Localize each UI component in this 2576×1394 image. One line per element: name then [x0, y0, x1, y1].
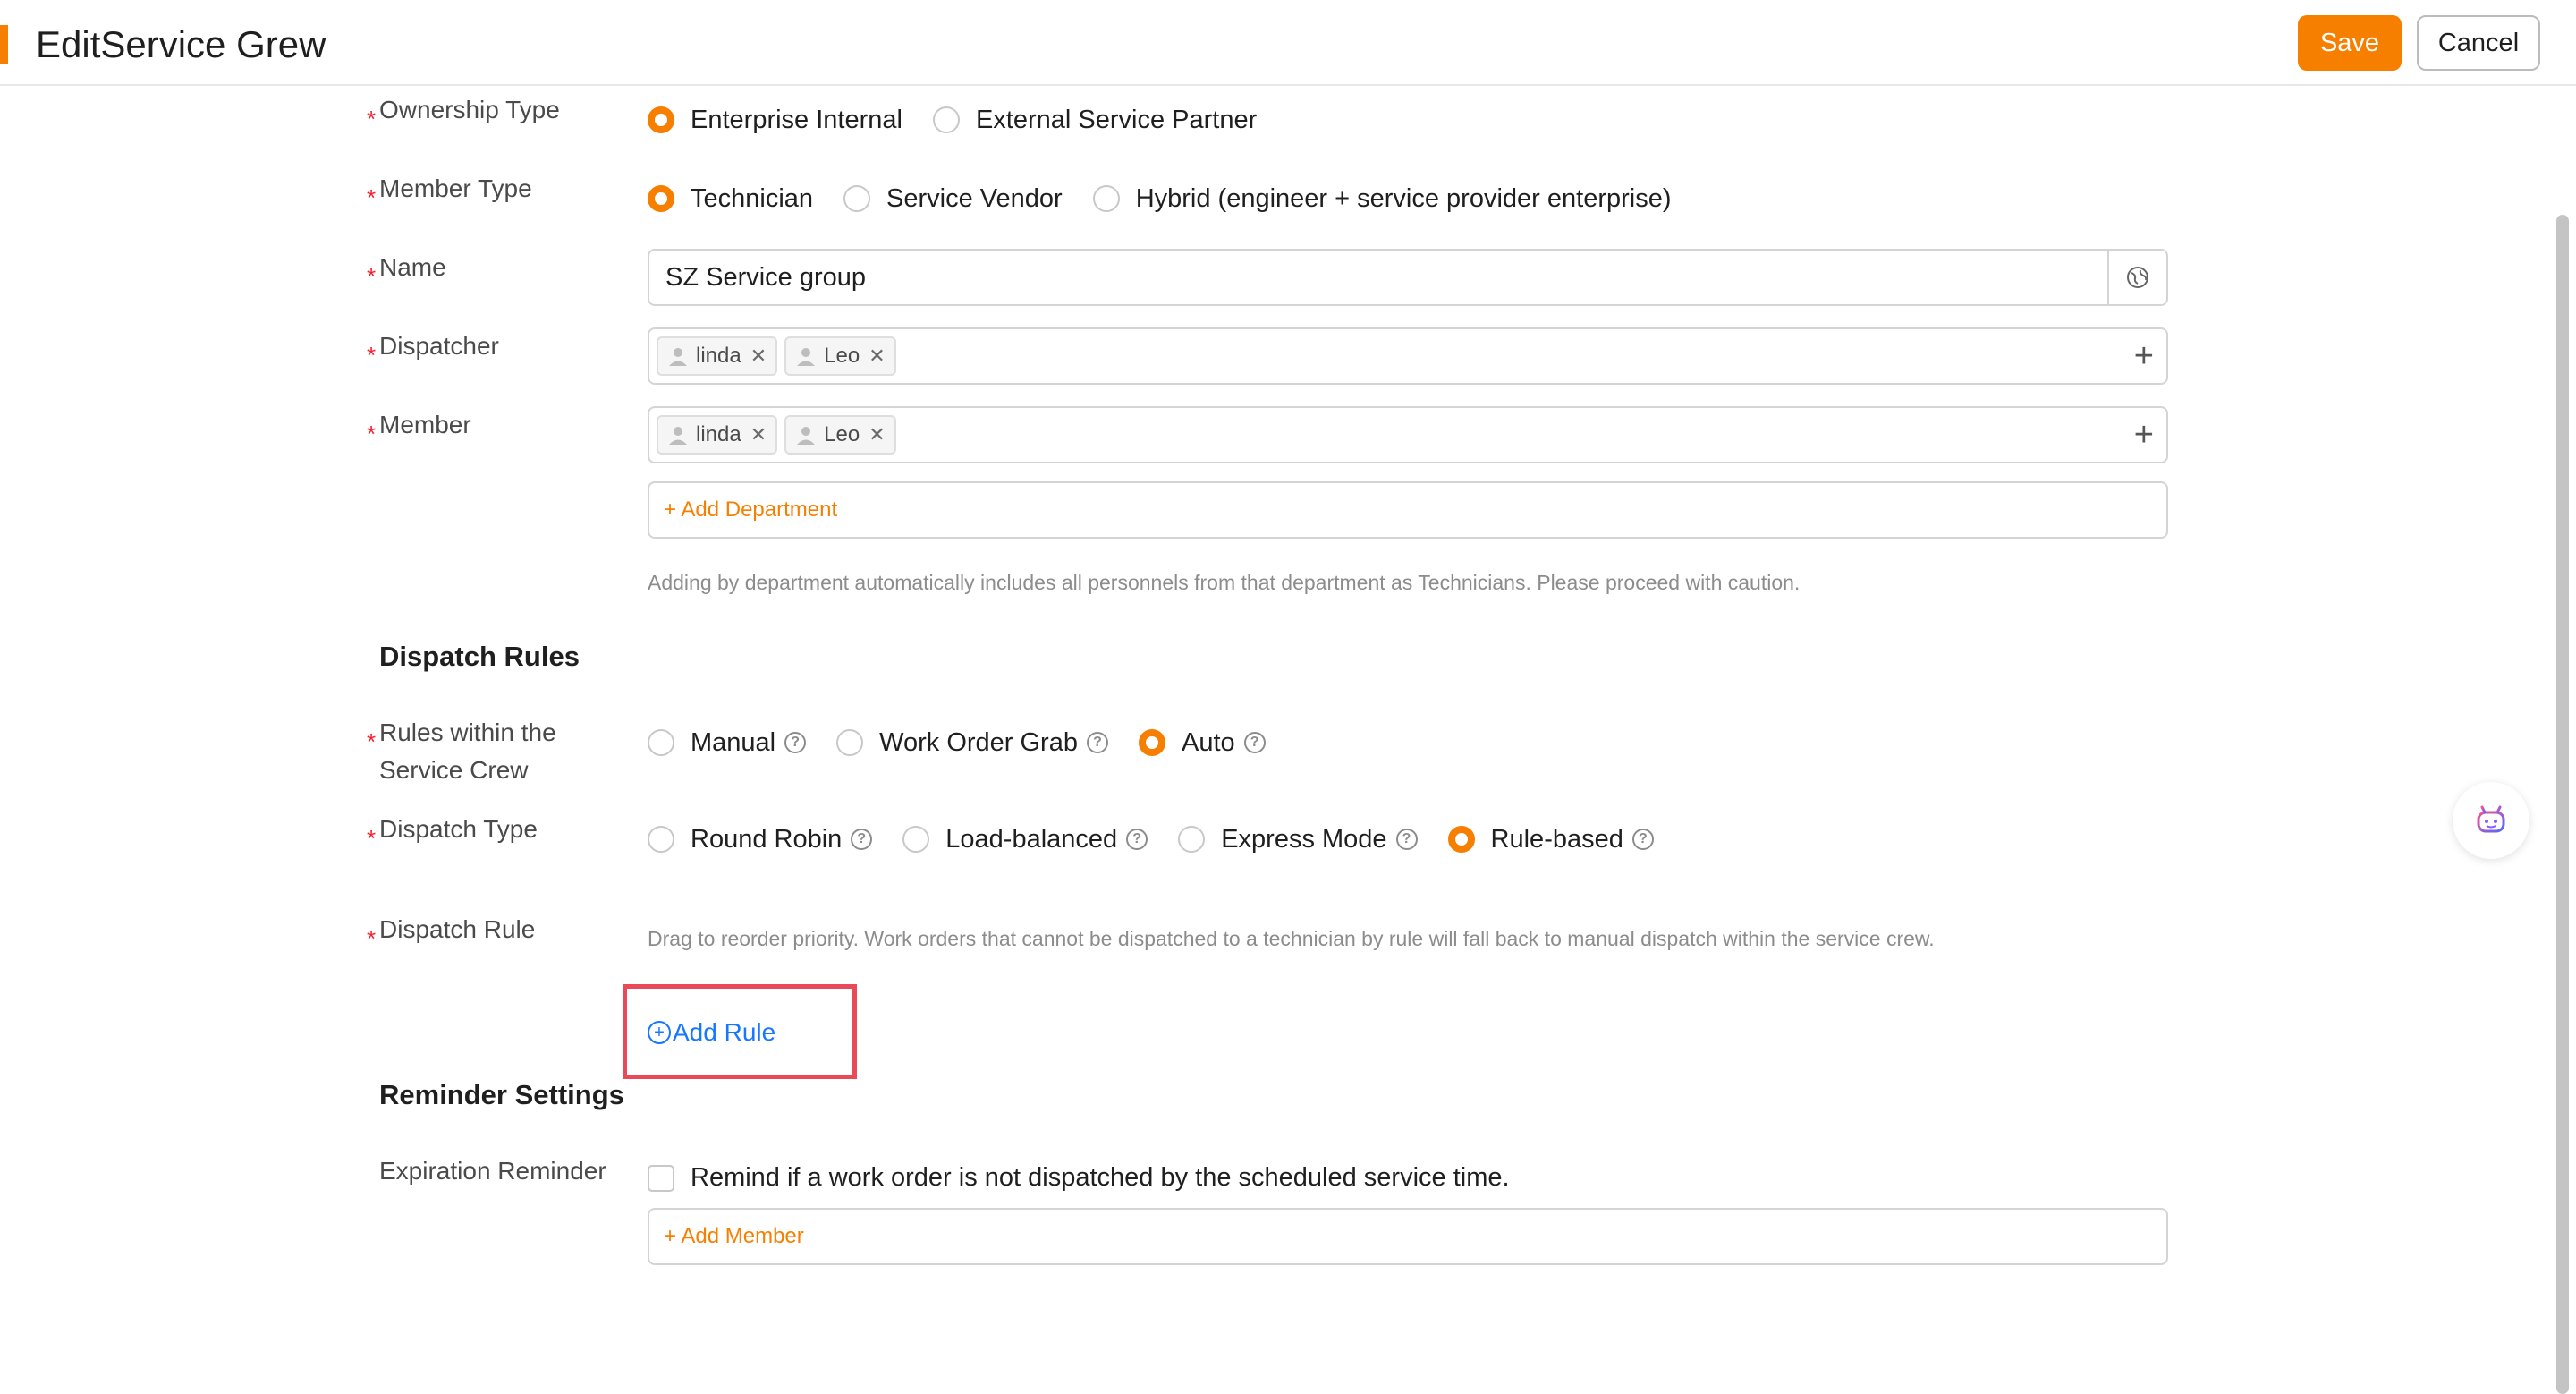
- help-icon[interactable]: ?: [1126, 829, 1148, 850]
- dispatcher-tags: linda ✕ Leo ✕: [657, 336, 903, 376]
- radio-circle[interactable]: [1178, 826, 1206, 853]
- radio-hybrid[interactable]: Hybrid (engineer + service provider ente…: [1092, 184, 1672, 214]
- user-avatar-icon: [669, 427, 687, 445]
- help-icon[interactable]: ?: [1631, 829, 1654, 850]
- dispatcher-selector[interactable]: linda ✕ Leo ✕ +: [648, 327, 2168, 385]
- user-avatar-icon: [797, 427, 816, 445]
- radio-circle[interactable]: [648, 826, 674, 853]
- title-accent-bar: [0, 25, 8, 64]
- dispatch-rule-label: * Dispatch Rule: [367, 911, 535, 952]
- add-rule-button[interactable]: + Add Rule: [648, 1018, 775, 1047]
- radio-manual[interactable]: Manual ?: [648, 728, 807, 758]
- remove-tag-icon[interactable]: ✕: [869, 425, 885, 445]
- ownership-type-group: Enterprise Internal External Service Par…: [648, 102, 1287, 138]
- member-label: * Member: [367, 406, 471, 447]
- radio-circle[interactable]: [1447, 826, 1475, 853]
- radio-circle[interactable]: [648, 729, 674, 756]
- required-mark: *: [367, 106, 377, 132]
- required-mark: *: [367, 825, 377, 852]
- radio-express-mode[interactable]: Express Mode ?: [1178, 825, 1418, 854]
- radio-auto[interactable]: Auto ?: [1138, 728, 1266, 758]
- radio-external-service-partner[interactable]: External Service Partner: [932, 106, 1257, 135]
- radio-circle[interactable]: [836, 729, 864, 756]
- ownership-type-label: * Ownership Type: [367, 91, 560, 132]
- radio-circle[interactable]: [843, 185, 871, 212]
- member-tag: Leo ✕: [784, 415, 896, 455]
- radio-circle[interactable]: [648, 106, 674, 133]
- radio-work-order-grab[interactable]: Work Order Grab ?: [836, 728, 1108, 758]
- globe-icon: [2127, 267, 2148, 288]
- dispatch-rule-hint: Drag to reorder priority. Work orders th…: [648, 927, 1935, 950]
- add-department-link[interactable]: + Add Department: [664, 497, 837, 523]
- dispatch-type-group: Round Robin ? Load-balanced ? Express Mo…: [648, 821, 1684, 857]
- page-title: EditService Grew: [36, 23, 326, 65]
- expiration-reminder-label: Expiration Reminder: [379, 1157, 606, 1185]
- required-mark: *: [367, 925, 377, 952]
- member-tags: linda ✕ Leo ✕: [657, 415, 903, 455]
- required-mark: *: [367, 421, 377, 447]
- radio-circle[interactable]: [902, 826, 930, 853]
- help-icon[interactable]: ?: [1395, 829, 1418, 850]
- remove-tag-icon[interactable]: ✕: [750, 346, 767, 366]
- radio-circle[interactable]: [1138, 729, 1165, 756]
- page-header: EditService Grew Save Cancel: [0, 0, 2576, 86]
- plus-circle-icon: +: [648, 1021, 671, 1044]
- name-label: * Name: [367, 249, 446, 290]
- help-icon[interactable]: ?: [1086, 732, 1108, 753]
- member-type-label: * Member Type: [367, 170, 532, 211]
- scrollbar-thumb[interactable]: [2556, 215, 2569, 1394]
- radio-circle[interactable]: [932, 106, 960, 133]
- help-icon[interactable]: ?: [1243, 732, 1266, 753]
- name-input[interactable]: SZ Service group: [648, 249, 2168, 306]
- required-mark: *: [367, 184, 377, 211]
- radio-technician[interactable]: Technician: [648, 184, 813, 214]
- user-avatar-icon: [797, 348, 816, 366]
- required-mark: *: [367, 728, 377, 755]
- member-selector[interactable]: linda ✕ Leo ✕ +: [648, 406, 2168, 463]
- help-icon[interactable]: ?: [851, 829, 873, 850]
- required-mark: *: [367, 342, 377, 369]
- member-tag: linda ✕: [657, 415, 778, 455]
- expiration-reminder-checkbox-row[interactable]: Remind if a work order is not dispatched…: [648, 1163, 1510, 1193]
- user-avatar-icon: [669, 348, 687, 366]
- reminder-settings-heading: Reminder Settings: [379, 1079, 624, 1110]
- help-icon[interactable]: ?: [784, 732, 807, 753]
- department-hint: Adding by department automatically inclu…: [648, 571, 1801, 594]
- radio-service-vendor[interactable]: Service Vendor: [843, 184, 1063, 214]
- dispatch-type-label: * Dispatch Type: [367, 811, 538, 852]
- dispatcher-tag: Leo ✕: [784, 336, 896, 376]
- expiration-reminder-checkbox[interactable]: [648, 1164, 674, 1192]
- rules-within-group: Manual ? Work Order Grab ? Auto ?: [648, 725, 1296, 761]
- cancel-button[interactable]: Cancel: [2417, 15, 2540, 71]
- assistant-float-button[interactable]: [2453, 782, 2529, 859]
- robot-icon: [2477, 805, 2505, 833]
- add-member-field[interactable]: + Add Member: [648, 1208, 2168, 1265]
- dispatcher-tag: linda ✕: [657, 336, 778, 376]
- name-input-value: SZ Service group: [665, 263, 867, 292]
- save-button[interactable]: Save: [2298, 15, 2402, 71]
- radio-round-robin[interactable]: Round Robin ?: [648, 825, 873, 854]
- member-type-group: Technician Service Vendor Hybrid (engine…: [648, 181, 1702, 217]
- radio-circle[interactable]: [1092, 185, 1120, 212]
- translate-button[interactable]: [2107, 251, 2166, 304]
- radio-circle[interactable]: [648, 185, 674, 212]
- add-member-plus-icon[interactable]: +: [2134, 417, 2154, 453]
- remove-tag-icon[interactable]: ✕: [750, 425, 767, 445]
- required-mark: *: [367, 263, 377, 290]
- add-dispatcher-plus-icon[interactable]: +: [2134, 338, 2154, 374]
- dispatcher-label: * Dispatcher: [367, 327, 499, 369]
- rules-within-label: * Rules within the Service Crew: [367, 718, 556, 784]
- radio-rule-based[interactable]: Rule-based ?: [1447, 825, 1654, 854]
- dispatch-rules-heading: Dispatch Rules: [379, 641, 580, 672]
- add-member-link[interactable]: + Add Member: [664, 1224, 804, 1249]
- radio-load-balanced[interactable]: Load-balanced ?: [902, 825, 1148, 854]
- radio-enterprise-internal[interactable]: Enterprise Internal: [648, 106, 902, 135]
- remove-tag-icon[interactable]: ✕: [869, 346, 885, 366]
- add-department-field[interactable]: + Add Department: [648, 481, 2168, 539]
